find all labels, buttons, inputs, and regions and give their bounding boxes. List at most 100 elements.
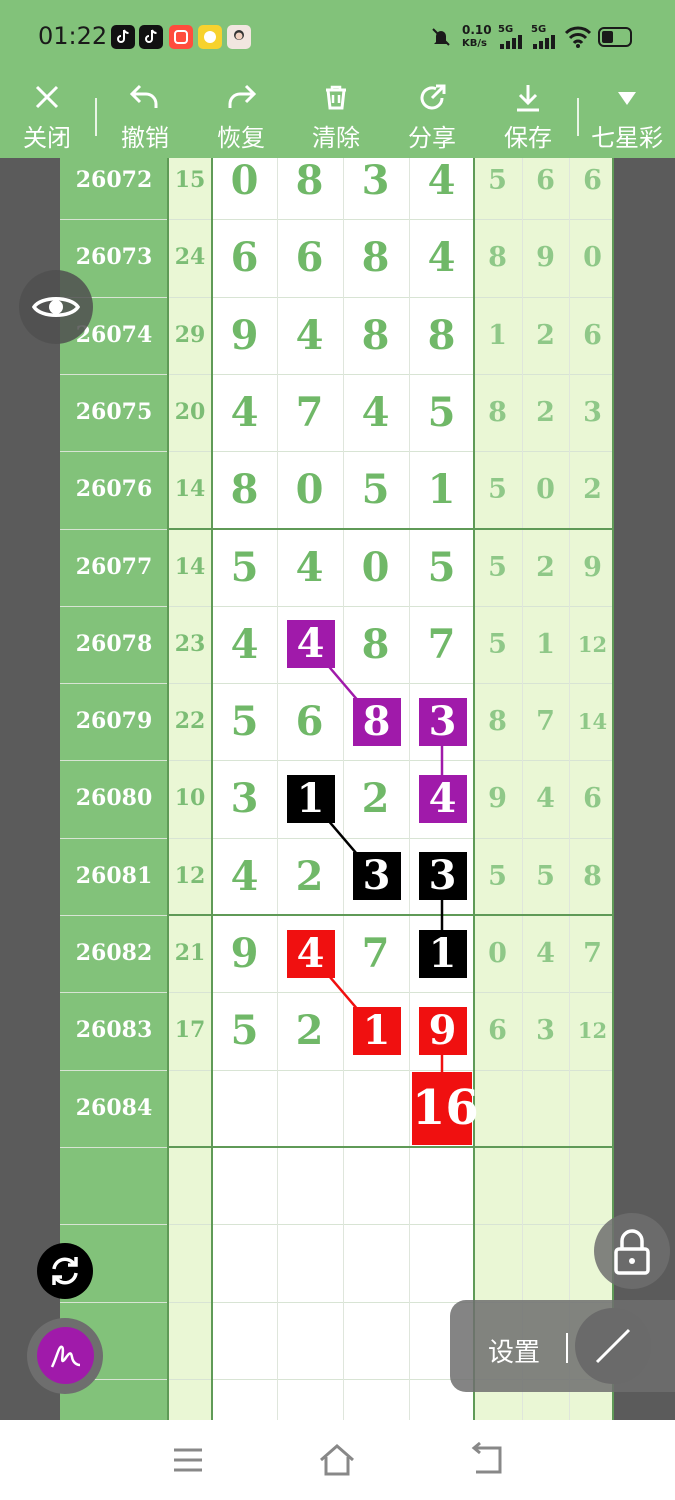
digit-cell: 5 <box>427 543 456 591</box>
issue-number: 26079 <box>75 708 153 735</box>
visibility-toggle-button[interactable] <box>19 270 93 344</box>
tail-digit: 12 <box>577 631 608 657</box>
tail-digit: 6 <box>583 783 602 815</box>
undo-button[interactable]: 撤销 <box>100 76 190 158</box>
digit-cell: 4 <box>427 158 456 204</box>
tail-digit: 9 <box>536 242 555 274</box>
sum-value <box>168 1070 212 1147</box>
digit-cell: 4 <box>295 543 324 591</box>
tiktok-lite-icon <box>139 25 163 49</box>
grid-hline <box>60 1224 614 1226</box>
digit-cell: 1 <box>427 466 456 514</box>
digit-cell: 5 <box>230 543 259 591</box>
tail-digit: 0 <box>488 938 507 969</box>
tail-digit: 6 <box>583 165 602 196</box>
lottery-type-dropdown[interactable]: 七星彩 <box>582 76 672 158</box>
menu-icon[interactable] <box>166 1438 210 1482</box>
battery-icon <box>598 27 632 47</box>
tail-digit: 5 <box>488 474 507 506</box>
close-label: 关闭 <box>23 124 71 152</box>
tail-digit: 1 <box>536 628 555 660</box>
tail-digit: 8 <box>583 860 602 892</box>
digit-cell: 3 <box>230 775 259 823</box>
clear-button[interactable]: 清除 <box>291 76 381 158</box>
close-button[interactable]: 关闭 <box>2 76 92 158</box>
tail-digit <box>522 1070 569 1147</box>
issue-number: 26081 <box>75 862 153 889</box>
highlighted-digit: 3 <box>352 852 401 901</box>
tail-digit: 3 <box>536 1015 555 1047</box>
highlighted-digit: 3 <box>418 697 467 746</box>
settings-label[interactable]: 设置 <box>488 1332 540 1369</box>
back-icon[interactable] <box>466 1438 510 1482</box>
tail-digit: 0 <box>583 242 602 274</box>
divider <box>95 98 97 136</box>
net-speed-unit: KB/s <box>462 38 487 49</box>
sum-value: 24 <box>174 244 206 271</box>
highlighted-digit: 9 <box>418 1006 467 1055</box>
tail-digit: 2 <box>536 551 555 583</box>
home-icon[interactable] <box>315 1438 359 1482</box>
redo-button[interactable]: 恢复 <box>196 76 286 158</box>
digit-cell: 4 <box>427 234 456 282</box>
tail-digit: 2 <box>536 396 555 428</box>
line-tool-button[interactable] <box>575 1308 651 1384</box>
digit-cell: 8 <box>361 311 390 359</box>
digit-cell: 8 <box>295 158 324 204</box>
tail-digit: 6 <box>536 165 555 196</box>
refresh-icon <box>52 1257 78 1285</box>
highlighted-digit: 8 <box>352 697 401 746</box>
status-bar: 01:22 0.10 KB/s 5G 5G <box>0 0 675 76</box>
tail-digit: 5 <box>488 551 507 583</box>
digit-cell: 0 <box>361 543 390 591</box>
eye-icon <box>31 297 81 317</box>
issue-number: 26078 <box>75 630 153 657</box>
tail-digit <box>474 1070 521 1147</box>
digit-cell: 8 <box>361 620 390 668</box>
digit-cell <box>277 1070 342 1147</box>
digit-cell: 2 <box>361 775 390 823</box>
tail-digit <box>569 1070 616 1147</box>
digit-cell: 5 <box>427 388 456 436</box>
highlighted-digit: 3 <box>418 852 467 901</box>
settings-panel[interactable]: 设置 <box>450 1300 675 1392</box>
digit-cell: 8 <box>230 466 259 514</box>
highlighted-digit: 4 <box>286 620 335 669</box>
save-button[interactable]: 保存 <box>483 76 573 158</box>
tail-digit: 5 <box>488 860 507 892</box>
pen-button[interactable] <box>37 1327 94 1384</box>
trend-chart-grid[interactable]: 26072 15 0 8 3 4 5 6 6 26073 24 6 6 8 4 8 9 0 26074 29 9 4 8 8 1… <box>0 158 675 1420</box>
issue-number: 26083 <box>75 1017 153 1044</box>
share-button[interactable]: 分享 <box>387 76 477 158</box>
triangle-down-icon <box>618 92 636 105</box>
refresh-button[interactable] <box>37 1243 93 1299</box>
highlighted-digit: 1 <box>286 775 335 824</box>
digit-cell: 7 <box>427 620 456 668</box>
prediction-value: 16 <box>412 1071 479 1145</box>
hand-app-icon <box>198 25 222 49</box>
pen-icon <box>50 1345 81 1368</box>
digit-cell: 6 <box>295 698 324 746</box>
redo-label: 恢复 <box>217 124 265 152</box>
tail-digit: 5 <box>536 860 555 892</box>
digit-cell: 5 <box>361 466 390 514</box>
divider <box>577 98 579 136</box>
tail-digit: 4 <box>536 938 555 969</box>
issue-number: 26075 <box>75 398 153 425</box>
sum-value: 15 <box>174 167 206 193</box>
digit-cell: 4 <box>295 311 324 359</box>
digit-cell: 5 <box>230 1007 259 1055</box>
tail-digit: 6 <box>488 1015 507 1047</box>
digit-cell: 3 <box>361 158 390 204</box>
divider <box>566 1333 568 1363</box>
highlighted-digit: 4 <box>286 929 335 978</box>
lock-button[interactable] <box>594 1213 670 1289</box>
sum-value: 22 <box>174 708 206 735</box>
share-label: 分享 <box>408 124 456 152</box>
digit-cell: 9 <box>230 930 259 977</box>
digit-cell: 4 <box>361 388 390 436</box>
digit-cell: 2 <box>295 1007 324 1055</box>
highlighted-digit: 1 <box>418 929 467 978</box>
line-tool-icon <box>595 1328 631 1364</box>
digit-cell: 0 <box>230 158 259 204</box>
